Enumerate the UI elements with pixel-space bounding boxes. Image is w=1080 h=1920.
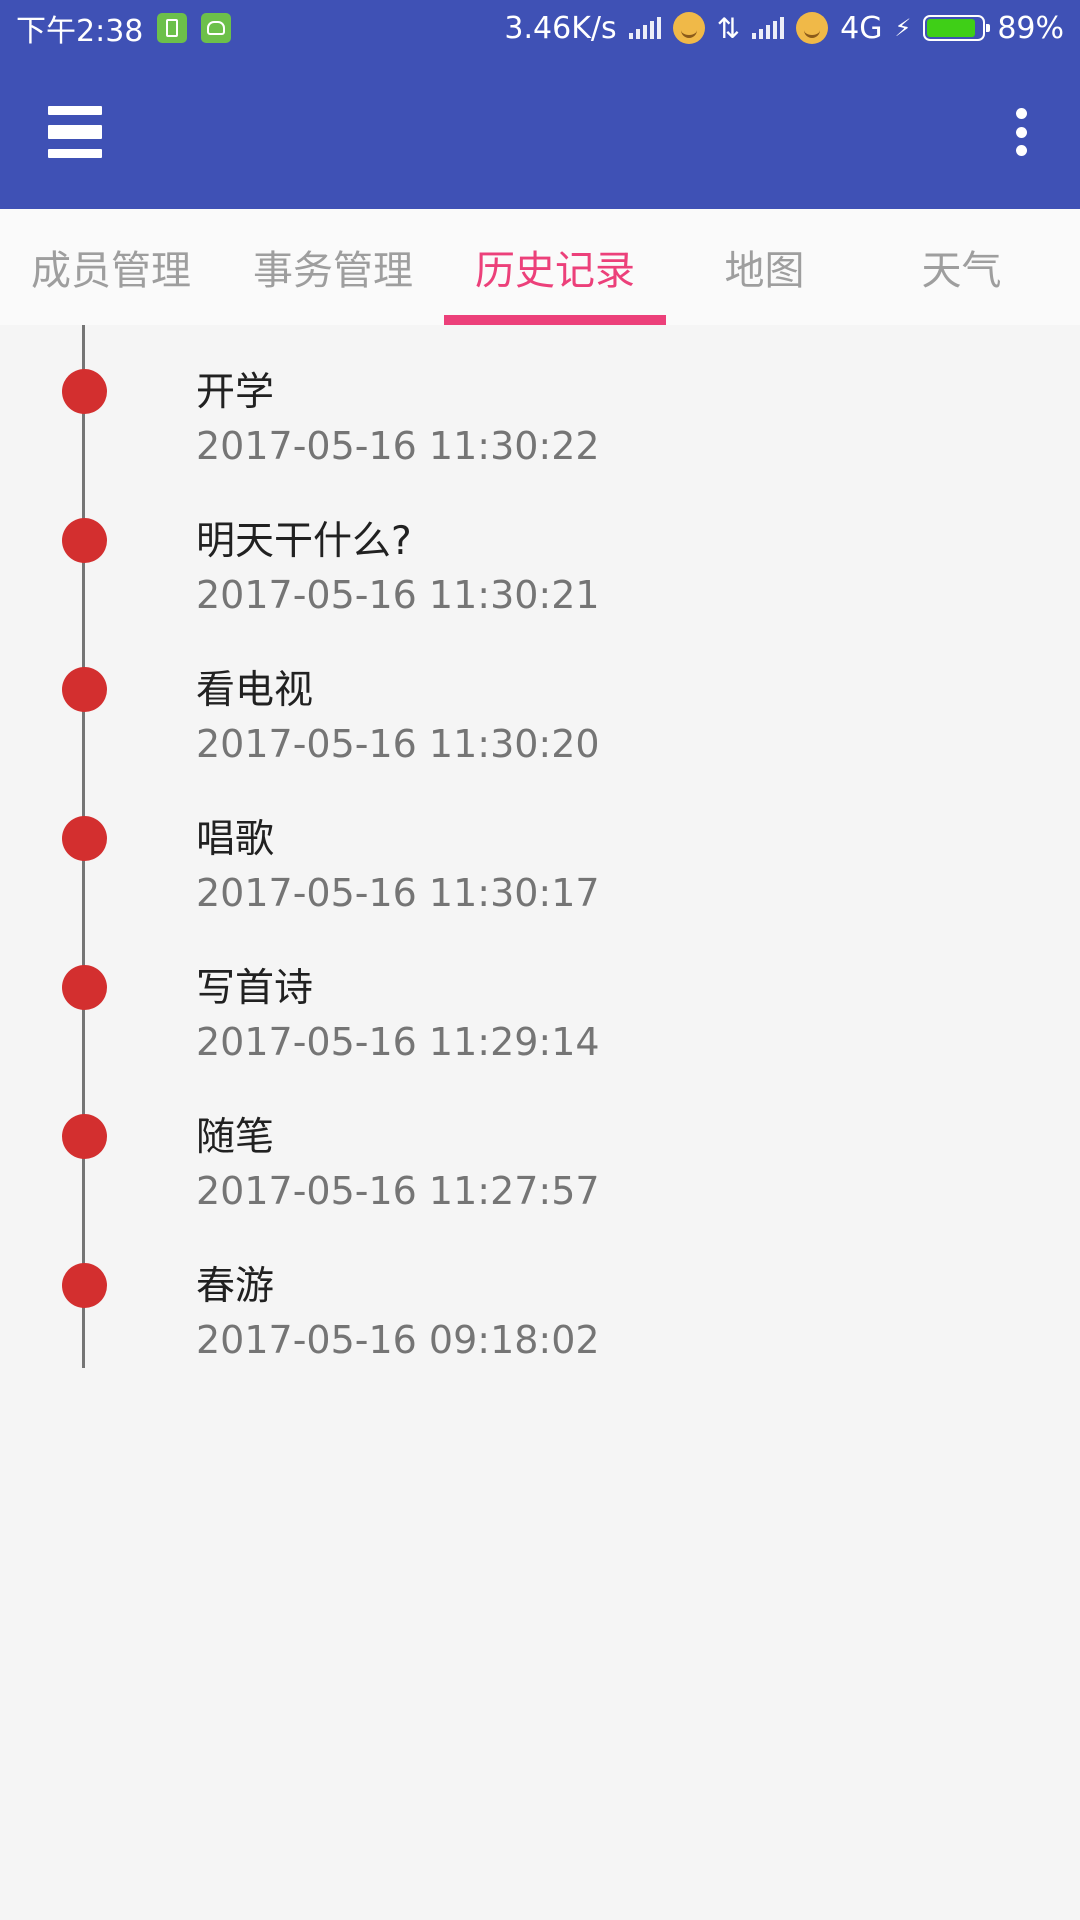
tab-member-management[interactable]: 成员管理 bbox=[0, 209, 222, 325]
tab-history[interactable]: 历史记录 bbox=[444, 209, 666, 325]
history-item-time: 2017-05-16 11:30:17 bbox=[196, 871, 600, 915]
timeline-dot bbox=[62, 965, 107, 1010]
data-transfer-icon: ⇅ bbox=[716, 11, 741, 45]
net-speed: 3.46K/s bbox=[504, 10, 617, 46]
tab-indicator bbox=[444, 315, 666, 325]
menu-icon[interactable] bbox=[48, 106, 102, 158]
history-item-title: 随笔 bbox=[196, 1115, 275, 1160]
timeline-dot bbox=[62, 369, 107, 414]
history-item-title: 开学 bbox=[196, 370, 275, 415]
history-item-title: 明天干什么? bbox=[196, 519, 412, 564]
history-item[interactable]: 随笔 2017-05-16 11:27:57 bbox=[0, 1070, 1080, 1219]
history-item[interactable]: 开学 2017-05-16 11:30:22 bbox=[0, 325, 1080, 474]
status-right: 3.46K/s ⇅ 4G ⚡ 89% bbox=[504, 11, 1064, 46]
status-left: 下午2:38 bbox=[16, 6, 232, 50]
battery-icon bbox=[923, 15, 991, 41]
charging-bolt-icon: ⚡ bbox=[894, 14, 912, 42]
history-item-time: 2017-05-16 11:30:22 bbox=[196, 424, 600, 468]
timeline-dot bbox=[62, 816, 107, 861]
history-item-time: 2017-05-16 11:27:57 bbox=[196, 1169, 600, 1213]
emoji-face-icon-2 bbox=[796, 12, 829, 44]
history-item-time: 2017-05-16 09:18:02 bbox=[196, 1318, 600, 1362]
status-time: 下午2:38 bbox=[16, 14, 144, 49]
emoji-face-icon bbox=[672, 12, 705, 44]
app-bar bbox=[0, 56, 1080, 209]
signal-icon bbox=[628, 17, 661, 39]
history-item[interactable]: 看电视 2017-05-16 11:30:20 bbox=[0, 623, 1080, 772]
tab-bar: 成员管理 事务管理 历史记录 地图 天气 bbox=[0, 209, 1080, 325]
tab-affairs-management[interactable]: 事务管理 bbox=[222, 209, 444, 325]
tab-weather[interactable]: 天气 bbox=[863, 209, 1060, 325]
more-vert-icon[interactable] bbox=[1014, 108, 1028, 156]
signal-icon-2 bbox=[752, 17, 785, 39]
history-item-title: 唱歌 bbox=[196, 817, 275, 862]
timeline-dot bbox=[62, 518, 107, 563]
history-item-time: 2017-05-16 11:30:20 bbox=[196, 722, 600, 766]
history-item-time: 2017-05-16 11:30:21 bbox=[196, 573, 600, 617]
network-type: 4G bbox=[840, 10, 883, 46]
history-item-time: 2017-05-16 11:29:14 bbox=[196, 1020, 600, 1064]
timeline-dot bbox=[62, 1263, 107, 1308]
tab-map[interactable]: 地图 bbox=[666, 209, 863, 325]
history-timeline: 开学 2017-05-16 11:30:22 明天干什么? 2017-05-16… bbox=[0, 325, 1080, 1368]
android-notification-icon bbox=[201, 13, 232, 43]
history-item-title: 春游 bbox=[196, 1264, 275, 1309]
history-item[interactable]: 唱歌 2017-05-16 11:30:17 bbox=[0, 772, 1080, 921]
history-item-title: 写首诗 bbox=[196, 966, 314, 1011]
timeline-dot bbox=[62, 1114, 107, 1159]
history-item-title: 看电视 bbox=[196, 668, 314, 713]
timeline-dot bbox=[62, 667, 107, 712]
battery-fill bbox=[927, 19, 976, 37]
battery-percent: 89% bbox=[997, 10, 1064, 46]
clipboard-notification-icon bbox=[157, 13, 188, 43]
status-bar: 下午2:38 3.46K/s ⇅ 4G ⚡ 89% bbox=[0, 0, 1080, 56]
history-item[interactable]: 明天干什么? 2017-05-16 11:30:21 bbox=[0, 474, 1080, 623]
history-item[interactable]: 春游 2017-05-16 09:18:02 bbox=[0, 1219, 1080, 1368]
history-item[interactable]: 写首诗 2017-05-16 11:29:14 bbox=[0, 921, 1080, 1070]
